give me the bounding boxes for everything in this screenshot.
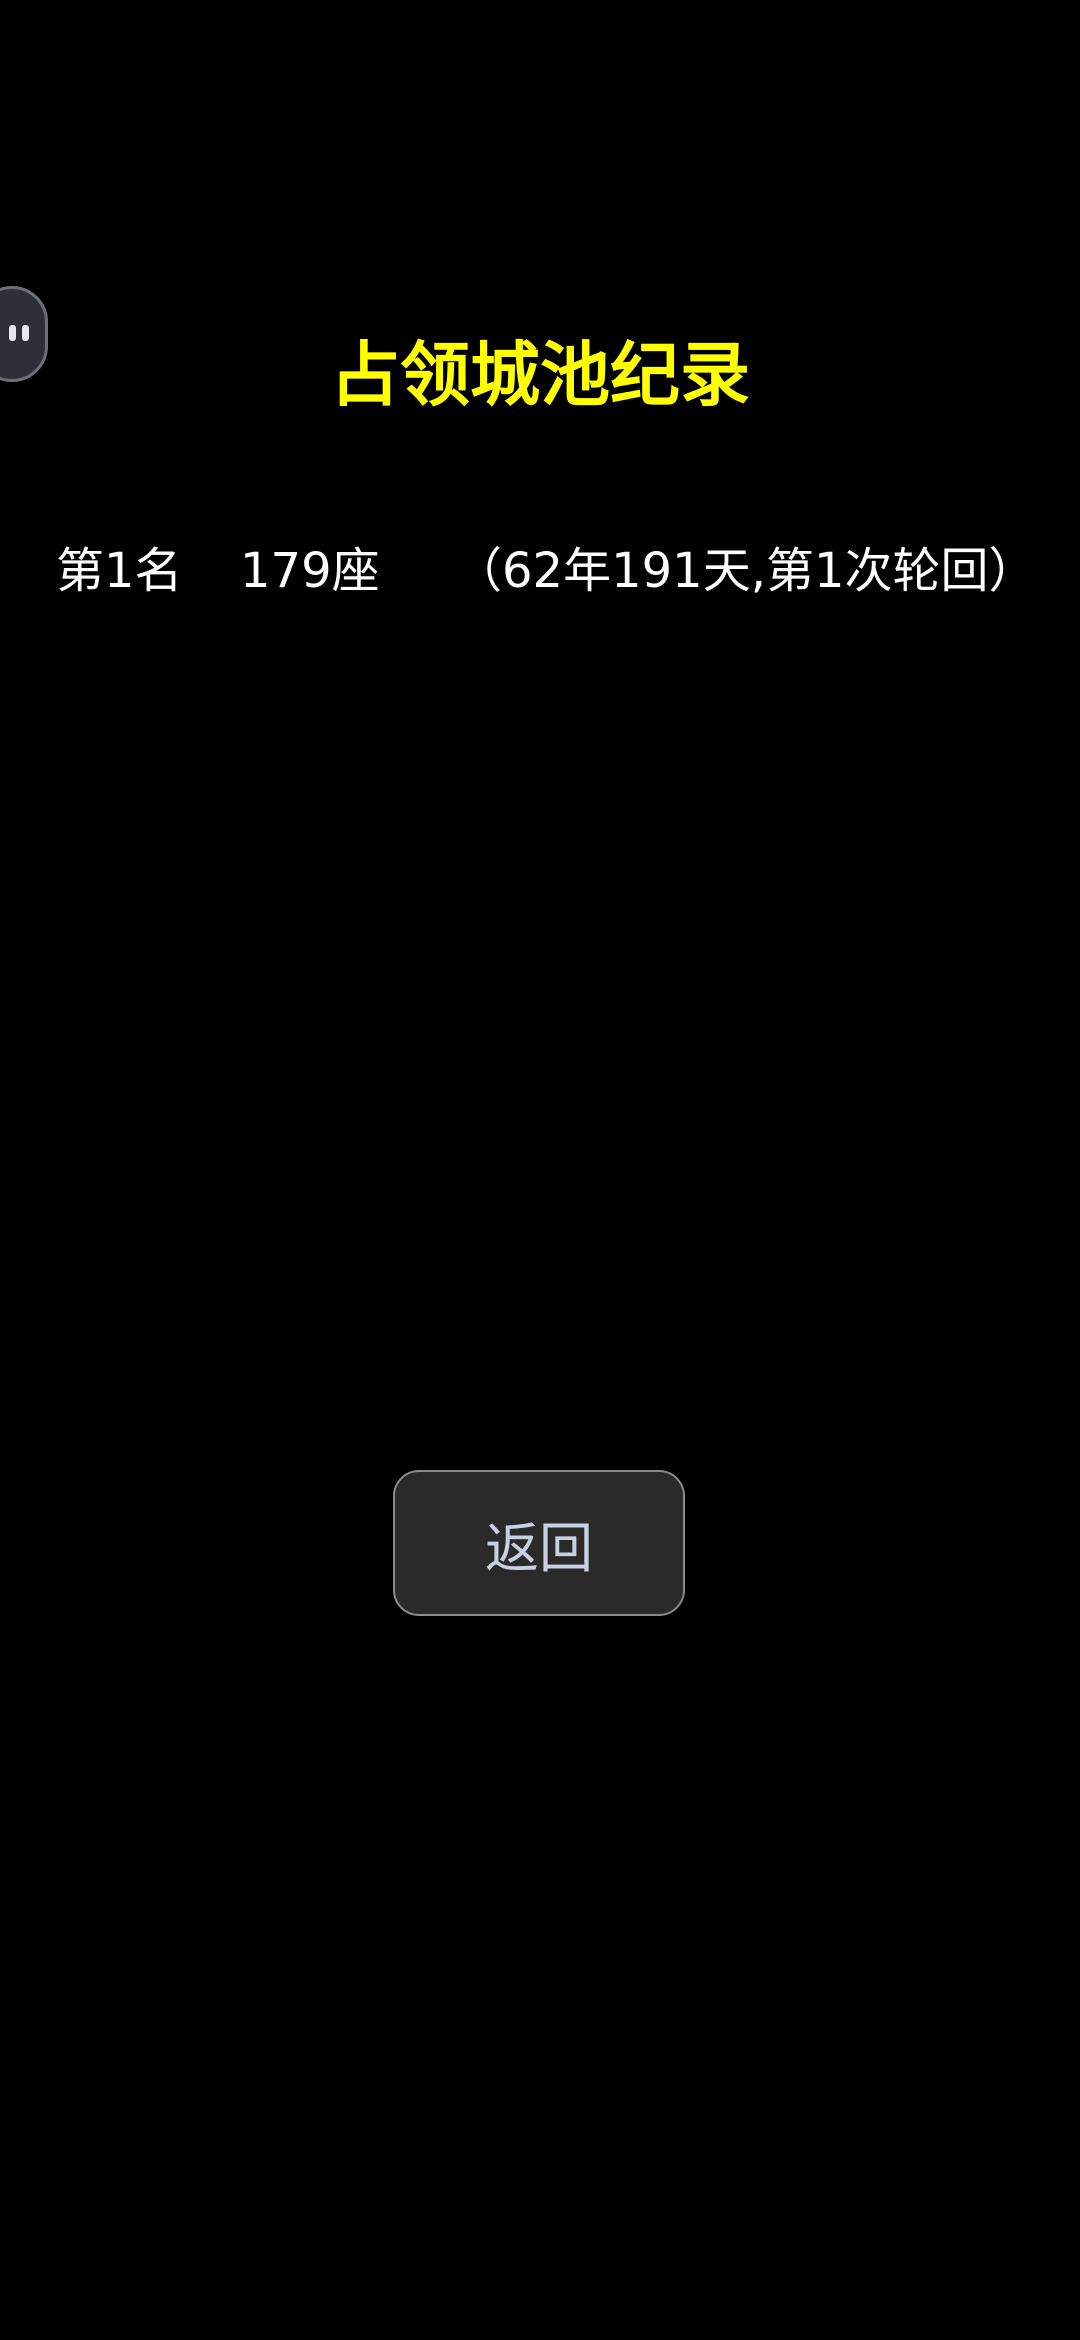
record-city-count: 179座 (240, 543, 380, 599)
page-title: 占领城池纪录 (330, 334, 750, 416)
back-button[interactable]: 返回 (393, 1470, 685, 1616)
record-row: 第1名 179座 （62年191天,第1次轮回） (56, 534, 1037, 599)
record-rank: 第1名 (56, 543, 183, 599)
record-detail: （62年191天,第1次轮回） (454, 543, 1037, 599)
